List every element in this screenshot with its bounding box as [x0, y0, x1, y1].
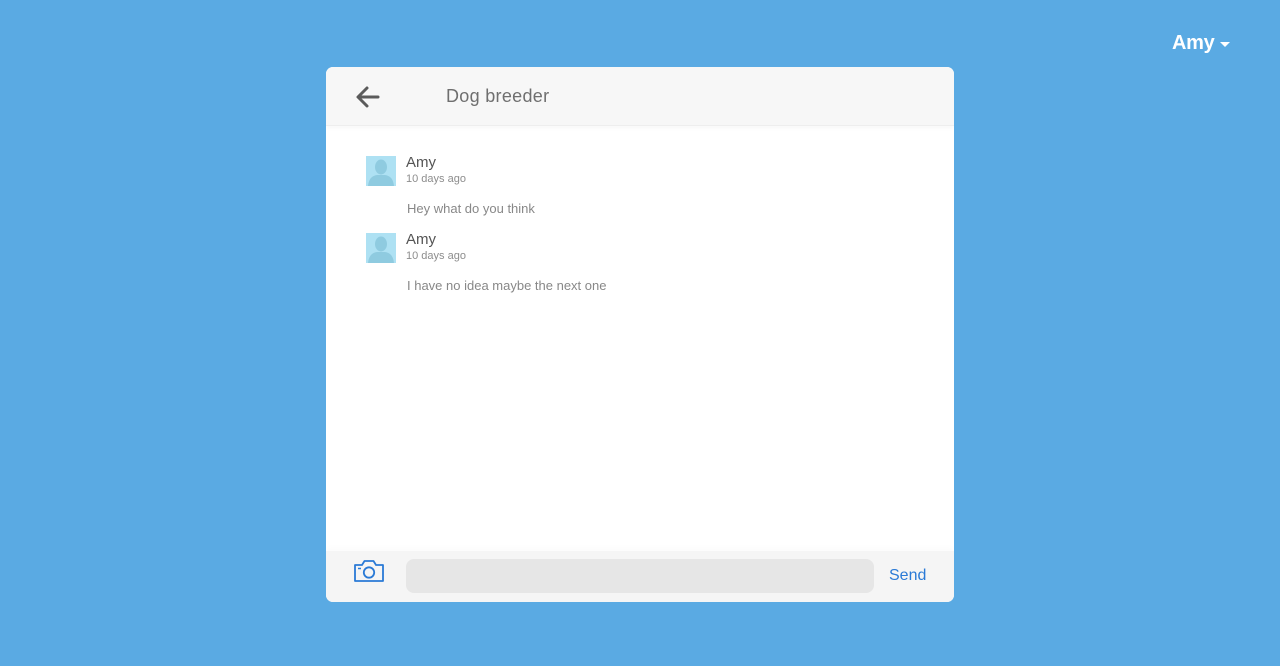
message-author: Amy: [406, 231, 436, 248]
camera-button[interactable]: [353, 558, 385, 584]
message-author: Amy: [406, 154, 436, 171]
message-list: Amy 10 days ago Hey what do you think Am…: [326, 126, 954, 551]
user-menu[interactable]: Amy: [1172, 30, 1231, 56]
arrow-left-icon: [356, 86, 380, 108]
avatar: [366, 156, 396, 186]
chat-window: Dog breeder Amy 10 days ago Hey what do …: [326, 67, 954, 602]
message-text: I have no idea maybe the next one: [407, 278, 607, 293]
camera-icon: [354, 560, 384, 582]
chat-header: Dog breeder: [326, 67, 954, 126]
default-avatar-icon: [366, 233, 396, 263]
message-input[interactable]: [406, 559, 874, 593]
username-label: Amy: [1172, 31, 1215, 54]
caret-down-icon: [1220, 41, 1231, 47]
message-item: Amy 10 days ago I have no idea maybe the…: [366, 231, 926, 303]
message-composer: Send: [326, 551, 954, 602]
send-button[interactable]: Send: [889, 567, 926, 585]
message-text: Hey what do you think: [407, 201, 535, 216]
chat-title: Dog breeder: [446, 86, 550, 106]
message-timestamp: 10 days ago: [406, 250, 466, 262]
default-avatar-icon: [366, 156, 396, 186]
message-timestamp: 10 days ago: [406, 173, 466, 185]
avatar: [366, 233, 396, 263]
back-button[interactable]: [354, 83, 382, 111]
message-item: Amy 10 days ago Hey what do you think: [366, 154, 926, 226]
